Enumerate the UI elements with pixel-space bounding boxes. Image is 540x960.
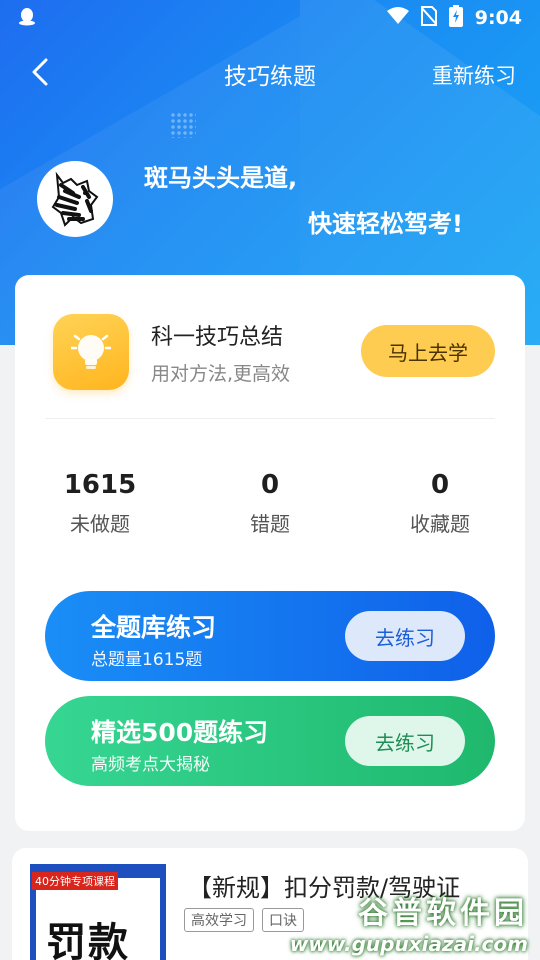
tips-summary-title: 科一技巧总结 xyxy=(151,325,284,350)
no-sim-icon xyxy=(419,6,438,30)
status-bar: 9:04 xyxy=(0,0,540,36)
back-button[interactable] xyxy=(22,58,58,90)
slogan-line-1: 斑马头头是道, xyxy=(144,164,298,192)
practice-title: 精选500题练习 xyxy=(91,718,269,747)
full-bank-practice-banner[interactable]: 全题库练习 总题量1615题 去练习 xyxy=(45,591,495,681)
tips-summary-row: 科一技巧总结 用对方法,更高效 马上去学 xyxy=(53,313,495,393)
slogan-line-2: 快速轻松驾考! xyxy=(308,210,463,238)
battery-charging-icon xyxy=(448,5,463,31)
selected-500-practice-banner[interactable]: 精选500题练习 高频考点大揭秘 去练习 xyxy=(45,696,495,786)
learn-now-button[interactable]: 马上去学 xyxy=(361,325,495,377)
course-badge: 40分钟专项课程 xyxy=(32,872,118,890)
tips-summary-subtitle: 用对方法,更高效 xyxy=(151,363,291,385)
qq-notification-icon xyxy=(18,6,36,30)
wifi-icon xyxy=(386,7,409,29)
watermark-url: www.gupuxiazai.com xyxy=(289,932,528,956)
stats-row: 1615 未做题 0 错题 0 收藏题 xyxy=(15,470,525,540)
site-watermark: 谷普软件园 www.gupuxiazai.com xyxy=(290,888,528,956)
chevron-left-icon xyxy=(32,58,48,90)
practice-title: 全题库练习 xyxy=(91,613,217,642)
divider xyxy=(45,418,495,419)
stat-label: 错题 xyxy=(250,512,290,536)
go-practice-button[interactable]: 去练习 xyxy=(345,611,465,661)
course-chips: 高效学习 口诀 xyxy=(184,908,304,932)
stat-value: 0 xyxy=(430,470,450,500)
lightbulb-icon xyxy=(71,334,111,369)
practice-subtitle: 高频考点大揭秘 xyxy=(91,755,210,775)
course-thumbnail-text: 罚款 xyxy=(46,920,130,960)
practice-subtitle: 总题量1615题 xyxy=(91,650,203,670)
nav-bar: 技巧练题 重新练习 xyxy=(0,48,540,100)
stat-value: 0 xyxy=(260,470,280,500)
course-thumbnail: 40分钟专项课程 罚款 xyxy=(30,864,166,960)
go-practice-button[interactable]: 去练习 xyxy=(345,716,465,766)
course-chip: 高效学习 xyxy=(184,908,254,932)
stat-value: 1615 xyxy=(63,470,137,500)
stat-undone[interactable]: 1615 未做题 xyxy=(20,470,180,537)
restart-practice-button[interactable]: 重新练习 xyxy=(432,60,516,90)
stat-wrong[interactable]: 0 错题 xyxy=(190,470,350,537)
watermark-name: 谷普软件园 xyxy=(358,896,528,931)
stat-label: 未做题 xyxy=(70,512,130,536)
stat-label: 收藏题 xyxy=(410,512,470,536)
decorative-dots xyxy=(170,112,196,138)
practice-card: 科一技巧总结 用对方法,更高效 马上去学 1615 未做题 0 错题 0 收藏题… xyxy=(15,275,525,831)
lightbulb-tile xyxy=(53,314,129,390)
zebra-icon xyxy=(51,171,99,227)
status-time: 9:04 xyxy=(474,7,522,29)
page-title: 技巧练题 xyxy=(224,64,316,90)
stat-favorites[interactable]: 0 收藏题 xyxy=(360,470,520,537)
zebra-avatar xyxy=(37,161,113,237)
